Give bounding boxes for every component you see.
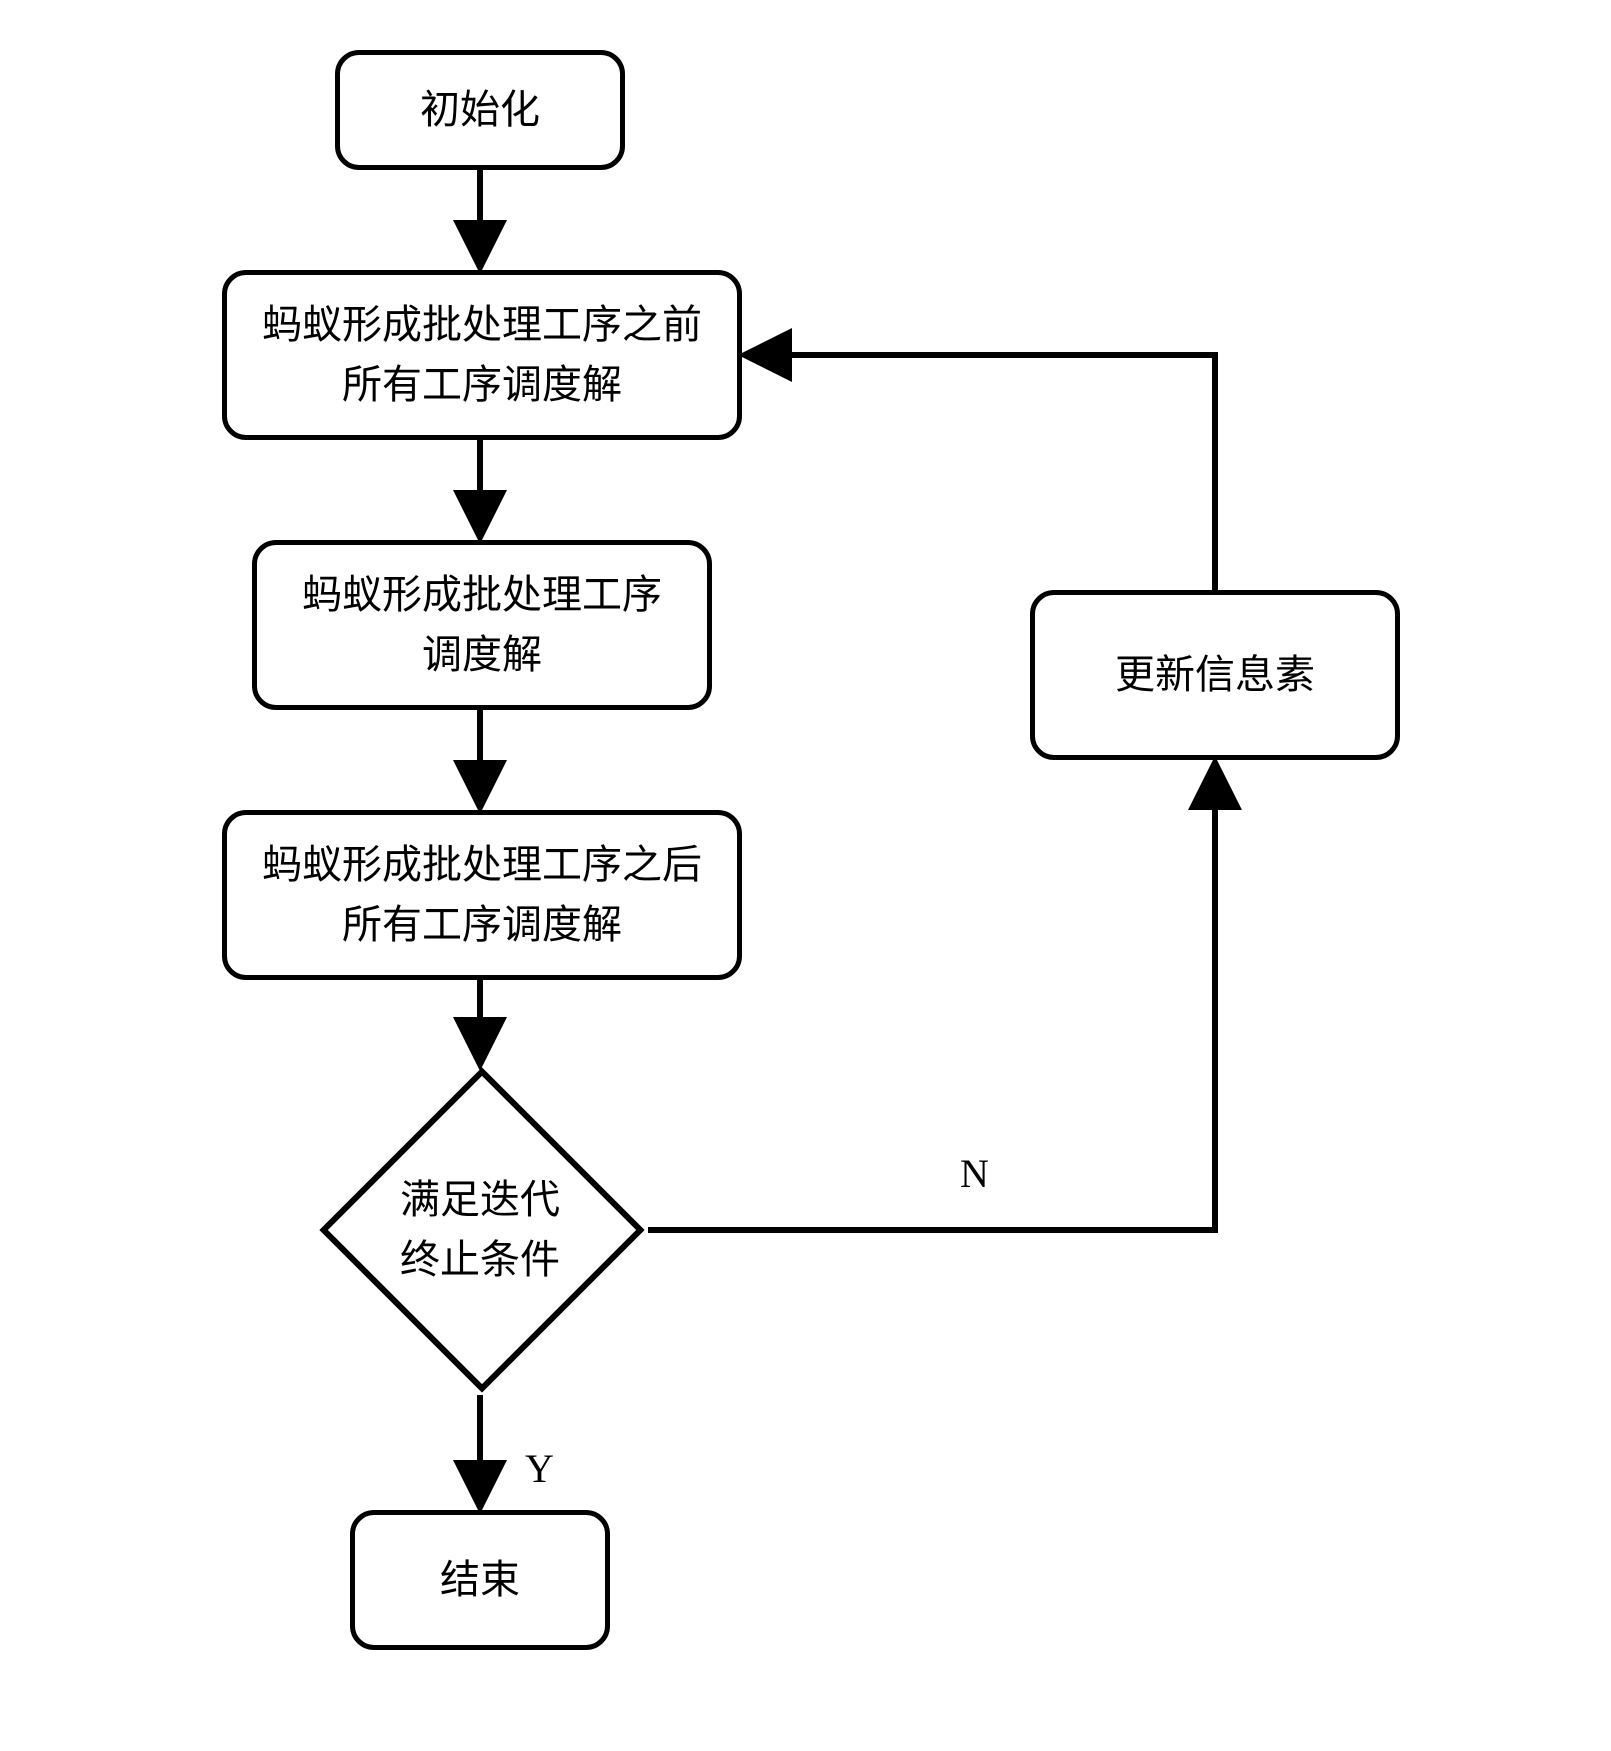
node-end-label: 结束 [440,1550,520,1610]
node-update: 更新信息素 [1030,590,1400,760]
edge-label-no: N [960,1150,989,1197]
node-after: 蚂蚁形成批处理工序之后 所有工序调度解 [222,810,742,980]
node-update-label: 更新信息素 [1115,645,1315,705]
node-init-label: 初始化 [420,80,540,140]
edge-label-yes: Y [525,1445,554,1492]
node-batch-line1: 蚂蚁形成批处理工序 [302,565,662,625]
node-after-line2: 所有工序调度解 [342,895,622,955]
node-init: 初始化 [335,50,625,170]
node-before-line1: 蚂蚁形成批处理工序之前 [262,295,702,355]
node-before: 蚂蚁形成批处理工序之前 所有工序调度解 [222,270,742,440]
node-after-line1: 蚂蚁形成批处理工序之后 [262,835,702,895]
node-batch: 蚂蚁形成批处理工序 调度解 [252,540,712,710]
node-decision [319,1067,644,1392]
node-end: 结束 [350,1510,610,1650]
node-batch-line2: 调度解 [422,625,542,685]
node-before-line2: 所有工序调度解 [342,355,622,415]
